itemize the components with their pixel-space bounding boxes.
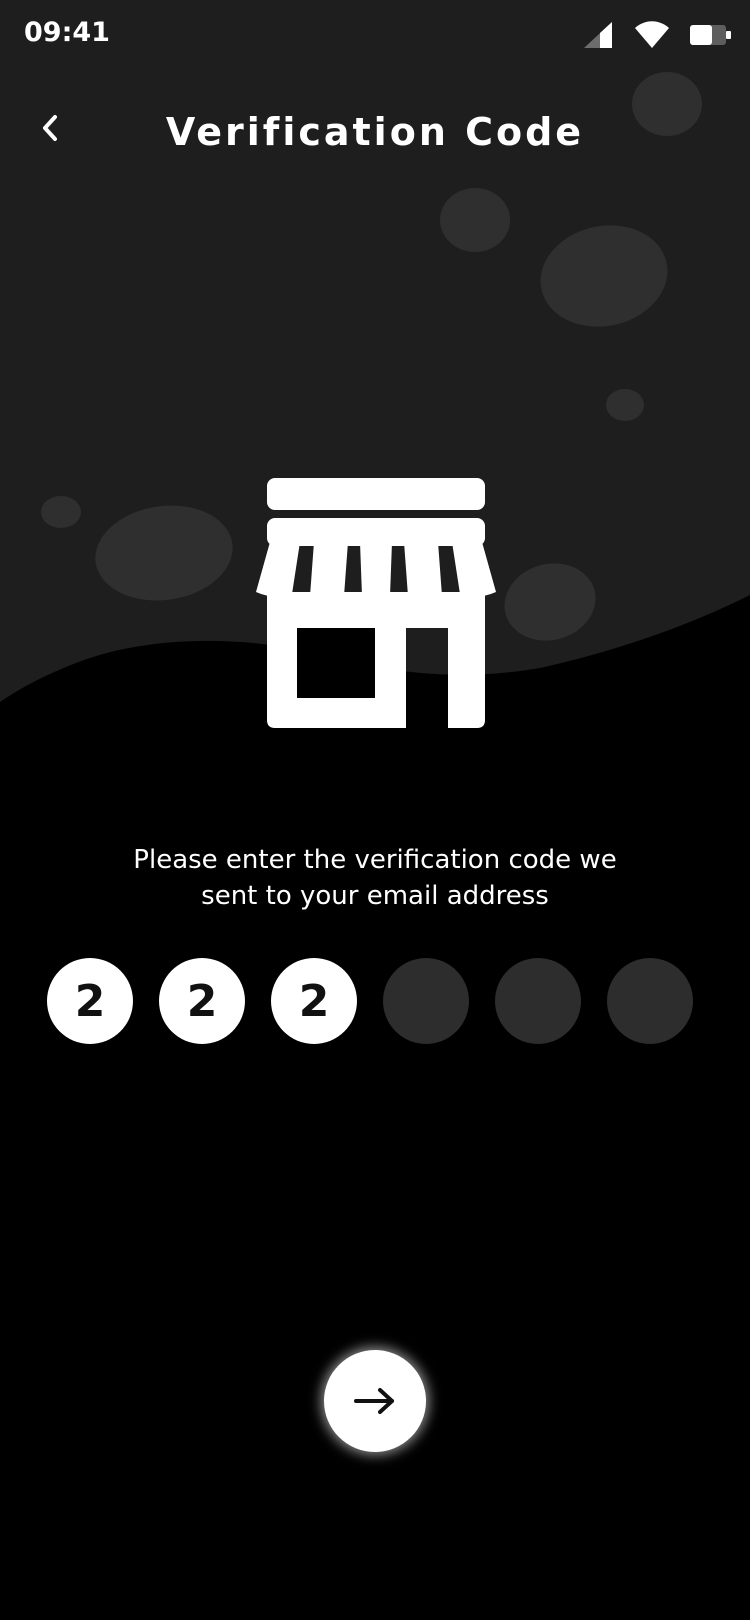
status-icons — [582, 18, 732, 52]
battery-icon — [690, 25, 731, 45]
code-digit-4[interactable] — [383, 958, 469, 1044]
code-digit-2[interactable]: 2 — [159, 958, 245, 1044]
verification-code-inputs: 2 2 2 — [47, 958, 703, 1046]
store-icon — [256, 478, 496, 728]
code-digit-3[interactable]: 2 — [271, 958, 357, 1044]
arrow-right-icon — [354, 1388, 394, 1414]
verification-screen: 09:41 Verification Code Please enter the… — [0, 0, 750, 1620]
code-digit-5[interactable] — [495, 958, 581, 1044]
signal-icon — [584, 22, 612, 48]
blob-shape — [606, 389, 644, 421]
instruction-line-1: Please enter the verification code we — [133, 845, 617, 875]
status-time: 09:41 — [24, 17, 110, 48]
wifi-icon — [635, 21, 669, 48]
blob-shape — [440, 188, 510, 252]
instruction-text: Please enter the verification code we se… — [0, 842, 750, 914]
blob-shape — [41, 496, 81, 528]
instruction-line-2: sent to your email address — [201, 881, 549, 911]
status-bar: 09:41 — [0, 0, 750, 70]
page-title: Verification Code — [165, 110, 585, 154]
code-digit-6[interactable] — [607, 958, 693, 1044]
next-button[interactable] — [324, 1350, 426, 1452]
code-digit-1[interactable]: 2 — [47, 958, 133, 1044]
